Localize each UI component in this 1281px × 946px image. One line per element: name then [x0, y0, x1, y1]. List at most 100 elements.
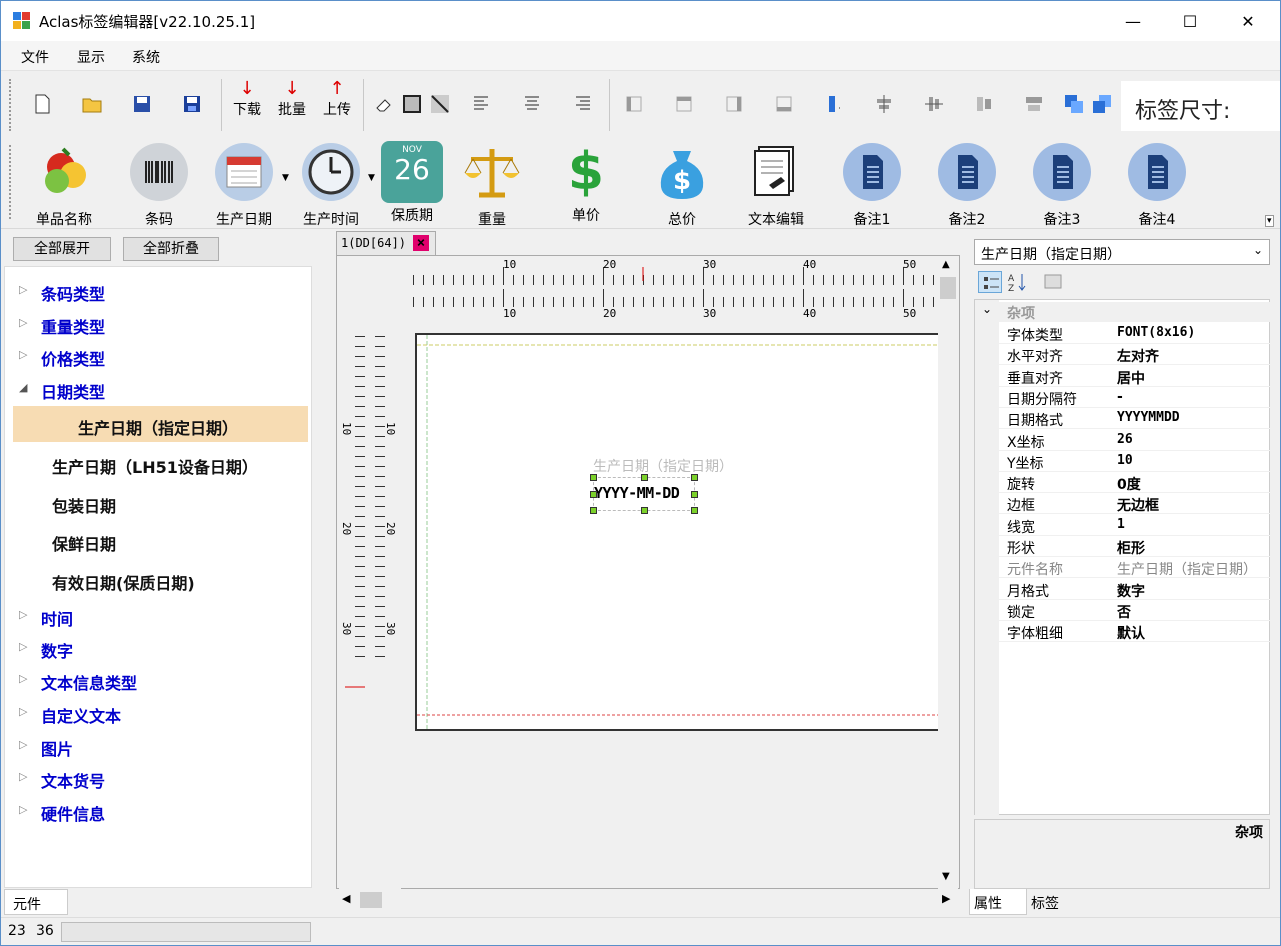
maximize-button[interactable]: ☐: [1161, 1, 1219, 41]
tree-category[interactable]: ▷ 文本货号: [19, 768, 105, 792]
tab-properties[interactable]: 属性: [969, 889, 1027, 915]
property-value[interactable]: 生产日期（指定日期）: [1117, 559, 1257, 579]
align-objects-left-icon[interactable]: [623, 93, 645, 115]
toolbar-overflow-icon[interactable]: ▾: [1265, 215, 1274, 227]
toolbar-grip[interactable]: [9, 145, 13, 219]
label-page[interactable]: 生产日期（指定日期） YYYY-MM-DD: [415, 333, 939, 731]
object-selector-dropdown[interactable]: 生产日期（指定日期） ⌄: [974, 239, 1270, 265]
rectangle-icon[interactable]: [401, 93, 423, 115]
property-value[interactable]: 默认: [1117, 623, 1145, 643]
component-text-edit[interactable]: 文本编辑: [731, 141, 821, 229]
save-icon[interactable]: [131, 93, 153, 115]
property-row[interactable]: 边框 无边框: [975, 493, 1271, 515]
scroll-up-icon[interactable]: ▲: [942, 259, 950, 270]
expand-arrow-icon[interactable]: ▷: [19, 608, 27, 621]
expand-arrow-icon[interactable]: ▷: [19, 803, 27, 816]
expand-arrow-icon[interactable]: ▷: [19, 770, 27, 783]
scroll-left-icon[interactable]: ◀: [342, 892, 350, 905]
property-row[interactable]: 锁定 否: [975, 600, 1271, 621]
property-category[interactable]: ⌄ 杂项: [975, 302, 1271, 322]
property-row[interactable]: Y坐标 10: [975, 451, 1271, 472]
category-collapse-icon[interactable]: ⌄: [982, 302, 992, 316]
line-icon[interactable]: [429, 93, 451, 115]
property-row[interactable]: 元件名称 生产日期（指定日期）: [975, 557, 1271, 579]
document-tab[interactable]: 1(DD[64]) ×: [336, 231, 436, 255]
eraser-icon[interactable]: [373, 93, 395, 115]
property-row[interactable]: 形状 柜形: [975, 536, 1271, 557]
component-total-price[interactable]: $ 总价: [637, 141, 727, 229]
scroll-right-icon[interactable]: ▶: [942, 892, 950, 905]
tree-item[interactable]: 生产日期（LH51设备日期）: [52, 454, 258, 478]
expand-arrow-icon[interactable]: ▷: [19, 672, 27, 685]
same-height-icon[interactable]: [1023, 93, 1045, 115]
component-note-4[interactable]: 备注4: [1112, 141, 1202, 229]
tree-category[interactable]: ▷ 自定义文本: [19, 703, 121, 727]
expand-arrow-icon[interactable]: ▷: [19, 283, 27, 296]
collapse-all-button[interactable]: 全部折叠: [123, 237, 219, 261]
property-row[interactable]: 垂直对齐 居中: [975, 366, 1271, 387]
chevron-down-icon[interactable]: ⌄: [1253, 243, 1263, 257]
expand-arrow-icon[interactable]: ▷: [19, 316, 27, 329]
tree-category[interactable]: ▷ 价格类型: [19, 346, 105, 370]
distribute-vertical-icon[interactable]: [923, 93, 945, 115]
property-row[interactable]: 日期格式 YYYYMMDD: [975, 408, 1271, 430]
tree-category[interactable]: ▷ 文本信息类型: [19, 670, 137, 694]
menu-file[interactable]: 文件: [21, 47, 49, 67]
component-unit-price[interactable]: $ 单价: [541, 141, 631, 225]
property-row[interactable]: 字体粗细 默认: [975, 621, 1271, 643]
bring-front-icon[interactable]: [1063, 93, 1085, 115]
property-value[interactable]: 柜形: [1117, 538, 1145, 558]
align-center-icon[interactable]: [521, 93, 543, 115]
horizontal-scrollbar[interactable]: ◀ ▶: [336, 889, 960, 911]
tab-components[interactable]: 元件: [4, 889, 68, 915]
tree-category[interactable]: ▷ 图片: [19, 736, 73, 760]
resize-handle[interactable]: [691, 507, 698, 514]
save-as-icon[interactable]: [181, 93, 203, 115]
property-value[interactable]: FONT(8x16): [1117, 325, 1195, 340]
scroll-thumb[interactable]: [940, 277, 956, 299]
scroll-thumb[interactable]: [360, 892, 382, 908]
component-note-2[interactable]: 备注2: [922, 141, 1012, 229]
close-tab-icon[interactable]: ×: [413, 235, 429, 251]
tree-category[interactable]: ◢ 日期类型: [19, 379, 105, 403]
tree-category[interactable]: ▷ 条码类型: [19, 281, 105, 305]
resize-handle[interactable]: [641, 474, 648, 481]
tree-item-selected[interactable]: 生产日期（指定日期）: [78, 415, 238, 439]
property-row[interactable]: 月格式 数字: [975, 579, 1271, 600]
property-value[interactable]: 10: [1117, 453, 1133, 468]
toolbar-grip[interactable]: [9, 79, 13, 131]
categorized-icon[interactable]: [978, 271, 1002, 293]
component-shelf-life[interactable]: NOV 26 保质期: [367, 141, 457, 225]
resize-handle[interactable]: [691, 474, 698, 481]
property-value[interactable]: 0度: [1117, 474, 1141, 494]
property-row[interactable]: 水平对齐 左对齐: [975, 344, 1271, 366]
date-element[interactable]: YYYY-MM-DD: [590, 474, 698, 514]
property-value[interactable]: 否: [1117, 602, 1131, 622]
component-barcode[interactable]: 条码: [114, 141, 204, 229]
expand-arrow-icon[interactable]: ▷: [19, 705, 27, 718]
tab-label[interactable]: 标签: [1031, 889, 1071, 915]
property-row[interactable]: 旋转 0度: [975, 472, 1271, 494]
tree-category[interactable]: ▷ 时间: [19, 606, 73, 630]
same-width-icon[interactable]: [973, 93, 995, 115]
send-back-icon[interactable]: [1091, 93, 1113, 115]
align-objects-right-icon[interactable]: [723, 93, 745, 115]
component-production-time[interactable]: 生产时间: [286, 141, 376, 229]
resize-handle[interactable]: [590, 474, 597, 481]
resize-handle[interactable]: [590, 491, 597, 498]
property-value[interactable]: 26: [1117, 432, 1133, 447]
batch-button[interactable]: ↓ 批量: [276, 79, 308, 119]
resize-handle[interactable]: [691, 491, 698, 498]
open-folder-icon[interactable]: [81, 93, 103, 115]
tree-category[interactable]: ▷ 重量类型: [19, 314, 105, 338]
property-value[interactable]: 1: [1117, 517, 1125, 532]
property-row[interactable]: 日期分隔符 -: [975, 387, 1271, 408]
component-note-1[interactable]: 备注1: [827, 141, 917, 229]
component-note-3[interactable]: 备注3: [1017, 141, 1107, 229]
new-file-icon[interactable]: [31, 93, 53, 115]
align-objects-bottom-icon[interactable]: [773, 93, 795, 115]
resize-handle[interactable]: [641, 507, 648, 514]
property-value[interactable]: YYYYMMDD: [1117, 410, 1180, 425]
align-left-icon[interactable]: [471, 93, 493, 115]
component-weight[interactable]: 重量: [447, 141, 537, 229]
